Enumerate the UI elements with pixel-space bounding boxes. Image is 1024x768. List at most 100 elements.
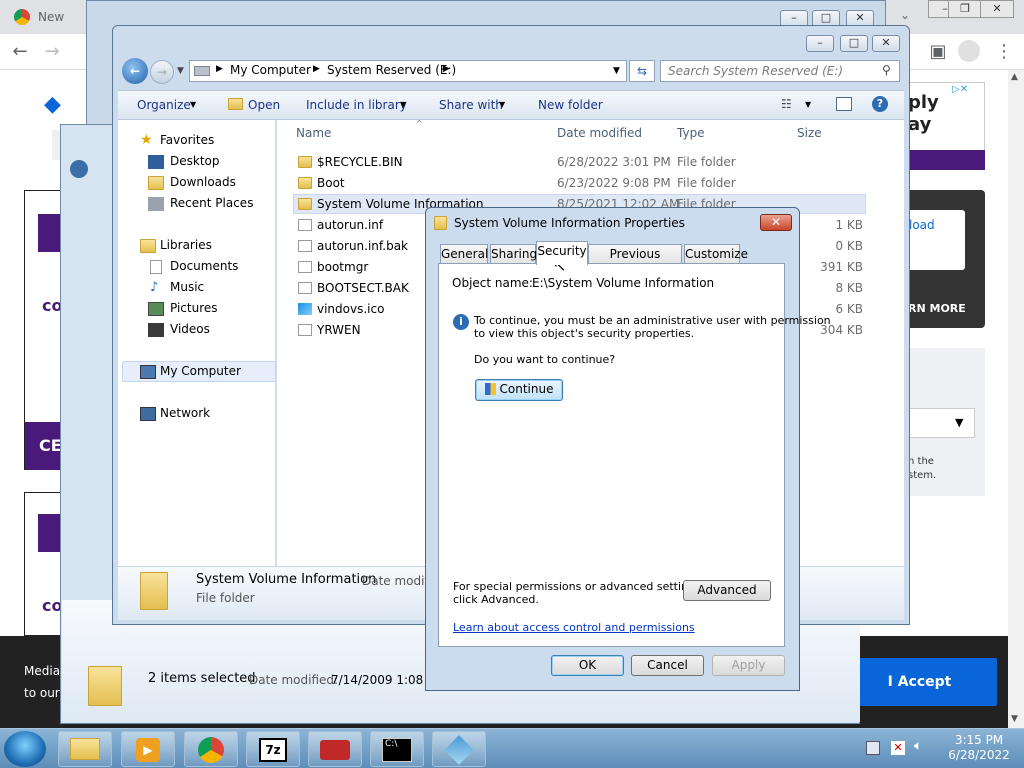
back-arrow-icon[interactable]: ←: [122, 58, 148, 84]
advanced-button[interactable]: Advanced: [683, 580, 771, 601]
address-dropdown-icon[interactable]: ▼: [613, 66, 620, 76]
browser-maximize-button[interactable]: ❐: [948, 0, 982, 18]
breadcrumb-chevron-icon[interactable]: ▶: [313, 64, 320, 74]
back-button-icon[interactable]: [70, 160, 88, 178]
minimize-button[interactable]: –: [806, 35, 834, 52]
chevron-down-icon[interactable]: ▼: [805, 100, 811, 109]
taskbar-clock[interactable]: 3:15 PM 6/28/2022: [946, 733, 1012, 763]
ad-choices-icon[interactable]: ▷✕: [952, 84, 980, 96]
chevron-down-icon[interactable]: ▼: [400, 100, 406, 109]
taskbar-cmd-button[interactable]: C:\: [370, 731, 424, 767]
nav-videos[interactable]: Videos: [170, 320, 210, 338]
downloads-icon: [148, 176, 164, 190]
column-header-size[interactable]: Size: [797, 126, 822, 142]
search-icon[interactable]: ⚲: [882, 63, 891, 77]
accept-cookies-button[interactable]: I Accept: [842, 658, 997, 706]
breadcrumb-drive[interactable]: System Reserved (E:): [327, 63, 456, 77]
star-icon: ★: [140, 132, 153, 148]
chevron-down-icon[interactable]: ▼: [499, 100, 505, 109]
taskbar-network-app-button[interactable]: [432, 731, 486, 767]
ok-button[interactable]: OK: [551, 655, 624, 676]
tab-general[interactable]: General: [440, 244, 488, 264]
profile-avatar[interactable]: [958, 40, 980, 62]
nav-network[interactable]: Network: [160, 404, 210, 422]
refresh-icon[interactable]: ⇆: [629, 60, 655, 82]
nav-music[interactable]: Music: [170, 278, 204, 296]
nav-recent-places[interactable]: Recent Places: [170, 194, 253, 212]
forward-arrow-icon[interactable]: →: [150, 60, 174, 84]
volume-icon[interactable]: 🔈︎: [914, 738, 922, 754]
tab-security[interactable]: Security: [536, 241, 588, 265]
learn-access-control-link[interactable]: Learn about access control and permissio…: [453, 621, 695, 634]
help-icon[interactable]: ?: [872, 96, 888, 112]
tab-customize[interactable]: Customize: [684, 244, 748, 264]
nav-favorites[interactable]: Favorites: [160, 131, 214, 149]
view-options-icon[interactable]: ☷: [781, 97, 792, 111]
file-type: File folder: [677, 155, 736, 169]
apply-button[interactable]: Apply: [712, 655, 785, 676]
column-header-name[interactable]: Name: [296, 126, 331, 142]
network-tray-icon[interactable]: [866, 741, 880, 755]
breadcrumb-my-computer[interactable]: My Computer: [230, 63, 311, 77]
close-button[interactable]: ✕: [872, 35, 900, 52]
download-button[interactable]: load: [905, 210, 965, 270]
search-input[interactable]: Search System Reserved (E:): [660, 60, 900, 82]
computer-icon: [140, 365, 156, 379]
site-logo: ◆: [44, 92, 61, 117]
nav-pictures[interactable]: Pictures: [170, 299, 218, 317]
videos-icon: [148, 323, 164, 337]
details-date-label: Date modifi: [362, 574, 433, 588]
recent-pages-chevron-icon[interactable]: ▼: [177, 66, 184, 76]
browser-close-button[interactable]: ✕: [980, 0, 1014, 18]
new-folder-button[interactable]: New folder: [538, 97, 603, 113]
taskbar-chrome-button[interactable]: [184, 731, 238, 767]
action-center-flag-icon[interactable]: ✕: [891, 741, 905, 755]
taskbar-explorer-button[interactable]: [58, 731, 112, 767]
nav-downloads[interactable]: Downloads: [170, 173, 236, 191]
toolbox-icon: [320, 740, 350, 760]
organize-menu[interactable]: Organize: [137, 97, 191, 113]
taskbar-7zip-button[interactable]: 7z: [246, 731, 300, 767]
forward-arrow-icon[interactable]: →: [42, 42, 62, 62]
close-button[interactable]: ✕: [760, 214, 792, 231]
scroll-up-icon[interactable]: ▲: [1011, 72, 1018, 82]
maximize-button[interactable]: □: [840, 35, 868, 52]
selected-count: 2 items selected: [148, 671, 256, 686]
chevron-down-icon[interactable]: ▼: [190, 100, 196, 109]
select-dropdown[interactable]: [905, 408, 975, 438]
sidebar-toggle-icon[interactable]: ▣: [928, 42, 948, 62]
taskbar-toolbox-button[interactable]: [308, 731, 362, 767]
file-date: 6/23/2022 9:08 PM: [557, 176, 671, 190]
page-scrollbar[interactable]: [1008, 70, 1024, 728]
include-library-menu[interactable]: Include in library: [306, 97, 407, 113]
nav-libraries[interactable]: Libraries: [160, 236, 212, 254]
file-icon: [298, 282, 312, 294]
tab-previous-versions[interactable]: Previous Versions: [588, 244, 682, 280]
tab-search-chevron-icon[interactable]: ⌄: [900, 8, 910, 22]
scroll-down-icon[interactable]: ▼: [1011, 714, 1018, 724]
nav-documents[interactable]: Documents: [170, 257, 238, 275]
breadcrumb-chevron-icon[interactable]: ▶: [443, 64, 450, 74]
menu-kebab-icon[interactable]: ⋮: [994, 42, 1014, 62]
open-button[interactable]: Open: [248, 97, 280, 113]
learn-more-button[interactable]: RN MORE: [908, 302, 966, 315]
back-arrow-icon[interactable]: ←: [10, 42, 30, 62]
recent-places-icon: [148, 197, 164, 211]
share-with-menu[interactable]: Share with: [439, 97, 503, 113]
tab-sharing[interactable]: Sharing: [490, 244, 537, 264]
preview-pane-icon[interactable]: [836, 97, 852, 111]
column-header-date[interactable]: Date modified: [557, 126, 642, 142]
continue-button[interactable]: Continue: [475, 379, 563, 401]
file-name: BOOTSECT.BAK: [317, 281, 409, 295]
nav-my-computer[interactable]: My Computer: [160, 362, 241, 380]
nav-desktop[interactable]: Desktop: [170, 152, 220, 170]
file-size: 1 KB: [835, 218, 863, 232]
taskbar-media-player-button[interactable]: ▶: [121, 731, 175, 767]
special-permissions-text-1: For special permissions or advanced sett…: [453, 580, 705, 593]
start-button-windows-icon[interactable]: [4, 731, 46, 767]
column-header-type[interactable]: Type: [677, 126, 705, 142]
libraries-icon: [140, 239, 156, 253]
breadcrumb-chevron-icon[interactable]: ▶: [216, 64, 223, 74]
dropdown-arrow-icon[interactable]: ▼: [955, 416, 963, 429]
cancel-button[interactable]: Cancel: [631, 655, 704, 676]
